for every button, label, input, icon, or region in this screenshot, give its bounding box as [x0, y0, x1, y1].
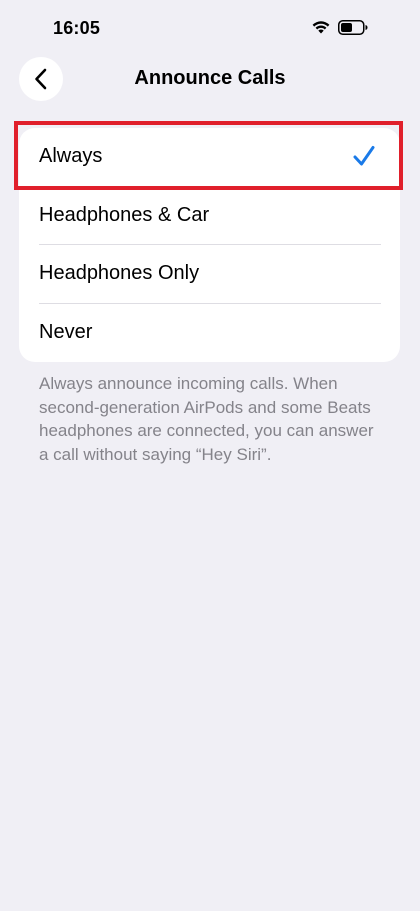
option-label: Never — [39, 320, 93, 343]
option-label: Always — [39, 145, 103, 167]
status-bar: 16:05 — [0, 0, 420, 56]
status-time: 16:05 — [53, 18, 101, 38]
option-headphones-only[interactable]: Headphones Only — [19, 245, 400, 304]
page-title: Announce Calls — [134, 67, 286, 89]
option-label: Headphones & Car — [39, 203, 210, 226]
wifi-icon — [312, 21, 330, 34]
option-headphones-and-car[interactable]: Headphones & Car — [19, 187, 400, 245]
battery-icon — [338, 20, 368, 35]
option-always[interactable]: Always — [19, 128, 400, 187]
options-list: Always Headphones & Car Headphones Only … — [19, 128, 400, 362]
nav-bar: Announce Calls — [0, 56, 420, 104]
footer-note: Always announce incoming calls. When sec… — [39, 374, 374, 464]
option-never[interactable]: Never — [19, 304, 400, 363]
option-label: Headphones Only — [39, 262, 200, 284]
checkmark-icon — [353, 146, 375, 166]
screen: 16:05 Announce Calls Always Headphones &… — [0, 0, 420, 911]
